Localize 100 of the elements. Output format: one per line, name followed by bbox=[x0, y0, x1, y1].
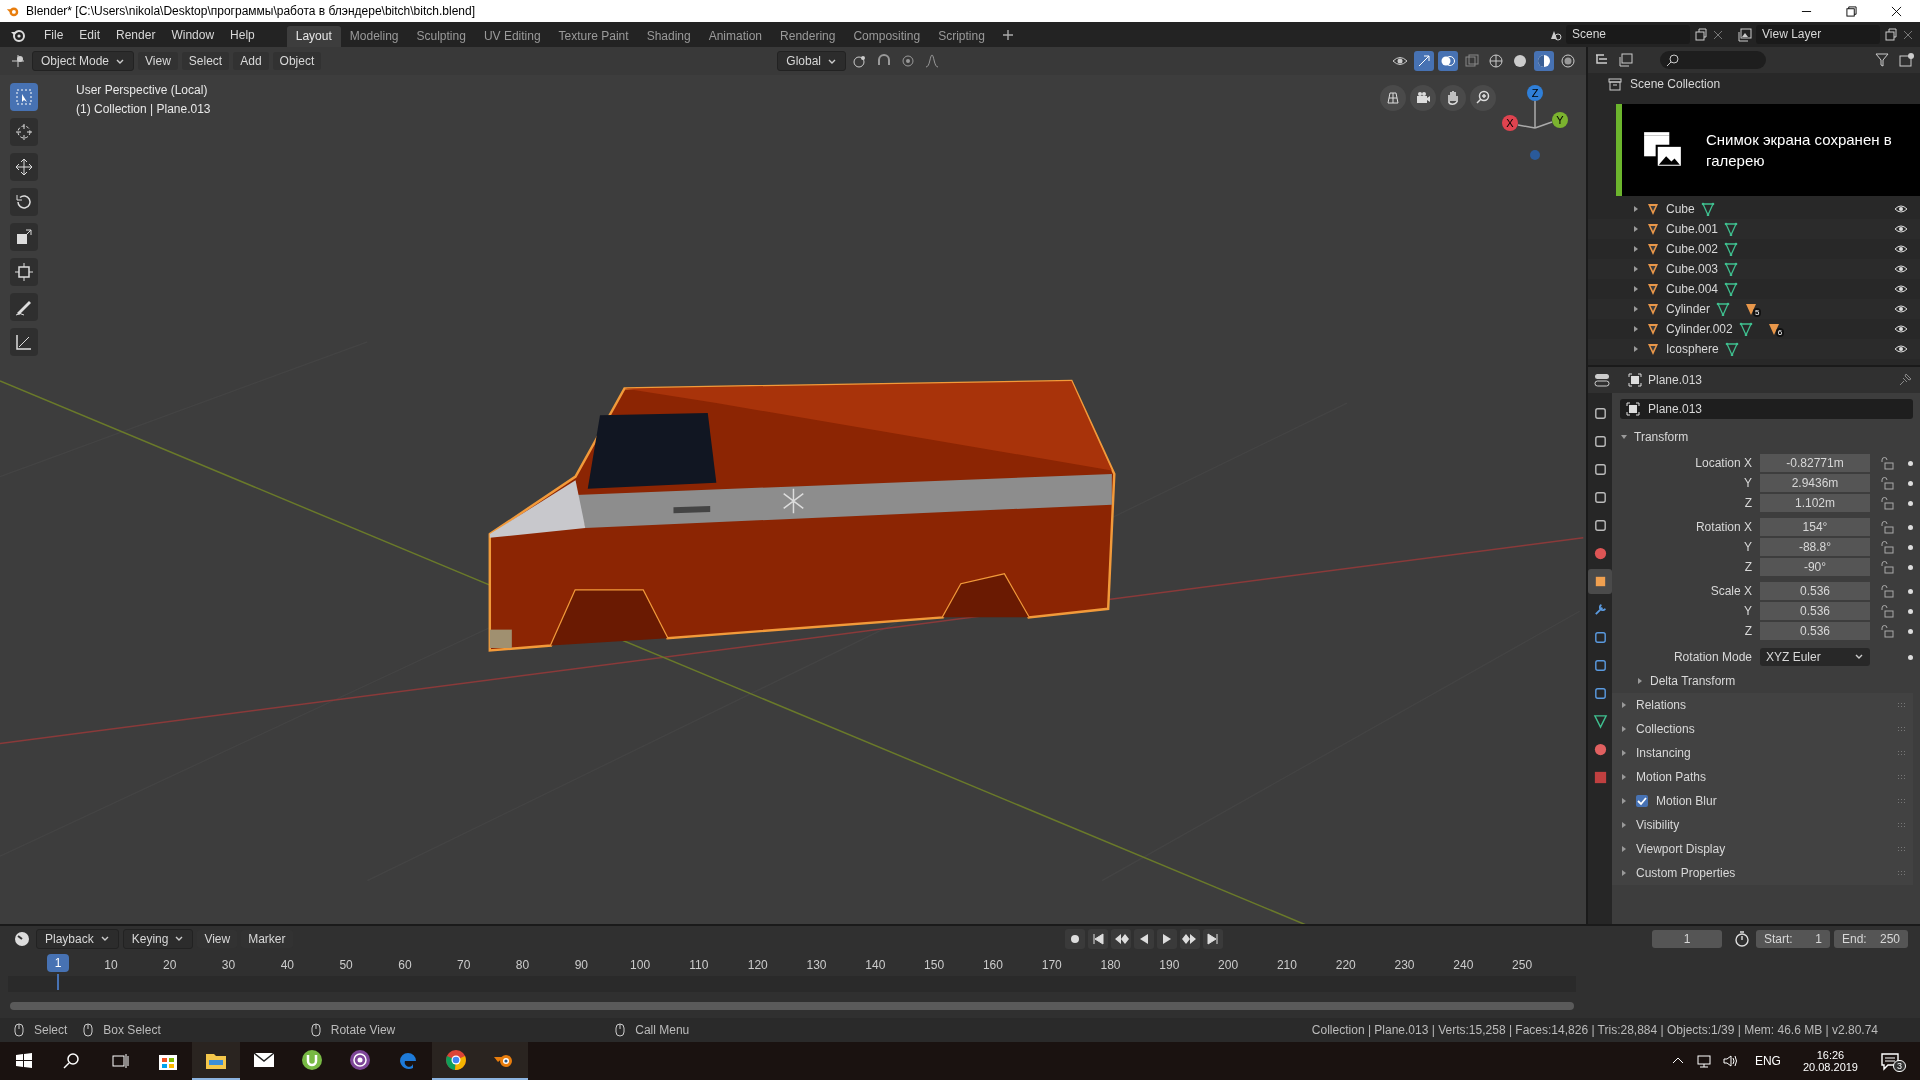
object-triangle-icon[interactable] bbox=[1744, 302, 1758, 317]
clock[interactable]: 16:26 20.08.2019 bbox=[1802, 1049, 1858, 1073]
start-frame-field[interactable]: Start: 1 bbox=[1756, 929, 1830, 948]
expand-arrow-icon[interactable] bbox=[1632, 225, 1640, 234]
mesh-data-icon[interactable] bbox=[1716, 302, 1730, 317]
panel-title[interactable]: Motion Blur bbox=[1656, 794, 1717, 809]
mesh-data-icon[interactable] bbox=[1700, 202, 1715, 217]
camera-icon[interactable] bbox=[1410, 85, 1436, 112]
x-axis-handle[interactable]: X bbox=[1502, 115, 1518, 132]
menu-item[interactable]: Window bbox=[163, 28, 223, 42]
keyframe-dot-icon[interactable] bbox=[1908, 545, 1913, 550]
panel-expand-arrow-icon[interactable] bbox=[1620, 701, 1628, 710]
menu-item[interactable]: Render bbox=[108, 28, 164, 42]
object-name[interactable]: Cylinder bbox=[1666, 302, 1710, 317]
object-name[interactable]: Icosphere bbox=[1666, 342, 1719, 357]
measure-tool-button[interactable] bbox=[10, 328, 38, 357]
panel-title[interactable]: Visibility bbox=[1636, 818, 1680, 833]
keyframe-dot-icon[interactable] bbox=[1908, 565, 1913, 570]
message-icon[interactable] bbox=[1880, 1051, 1900, 1071]
timeline-track[interactable] bbox=[8, 975, 1576, 992]
material-shading-icon[interactable] bbox=[1534, 51, 1554, 72]
subpanel-title[interactable]: Delta Transform bbox=[1650, 674, 1736, 689]
viewport-menu-item[interactable]: Add bbox=[233, 52, 269, 71]
hand-icon[interactable] bbox=[1440, 85, 1466, 112]
viewport-menu-item[interactable]: Object bbox=[272, 52, 322, 71]
workspace-tab[interactable]: Layout bbox=[286, 26, 341, 48]
lock-icon[interactable] bbox=[1880, 584, 1894, 599]
view-layer-field[interactable]: View Layer bbox=[1756, 25, 1880, 45]
pin-icon[interactable] bbox=[1898, 373, 1912, 388]
expand-arrow-icon[interactable] bbox=[1632, 345, 1640, 354]
timeline-menu-item[interactable]: Keying bbox=[122, 928, 194, 949]
lock-icon[interactable] bbox=[1880, 496, 1894, 511]
workspace-tab[interactable]: Shading bbox=[637, 26, 700, 48]
object-name-field[interactable]: Plane.013 bbox=[1648, 402, 1703, 417]
keyframe-dot-icon[interactable] bbox=[1908, 609, 1913, 614]
lock-icon[interactable] bbox=[1880, 560, 1894, 575]
object-tab[interactable] bbox=[1588, 569, 1612, 595]
panel-expand-arrow-icon[interactable] bbox=[1636, 677, 1644, 686]
playhead[interactable]: 1 bbox=[47, 953, 69, 972]
image-stack-icon[interactable] bbox=[1738, 28, 1752, 42]
lock-icon[interactable] bbox=[1880, 476, 1894, 491]
expand-arrow-icon[interactable] bbox=[1632, 245, 1640, 254]
value-field[interactable]: 0.536 bbox=[1760, 582, 1870, 601]
timeline-menu-item[interactable]: Playback bbox=[36, 928, 119, 949]
zoom-icon[interactable] bbox=[1470, 85, 1496, 112]
value-field[interactable]: 0.536 bbox=[1760, 622, 1870, 641]
panel-title[interactable]: Viewport Display bbox=[1636, 842, 1726, 857]
lock-icon[interactable] bbox=[1880, 540, 1894, 555]
negative-z-handle[interactable] bbox=[1530, 150, 1540, 161]
object-triangle-icon[interactable] bbox=[1766, 322, 1781, 337]
workspace-tab[interactable]: Compositing bbox=[844, 26, 930, 48]
lock-icon[interactable] bbox=[1880, 624, 1894, 639]
panel-expand-arrow-icon[interactable] bbox=[1620, 797, 1628, 806]
menu-item[interactable]: Edit bbox=[71, 28, 109, 42]
panel-title[interactable]: Collections bbox=[1636, 722, 1695, 737]
expand-arrow-icon[interactable] bbox=[1632, 305, 1640, 314]
viewport-menu-item[interactable]: View bbox=[138, 52, 178, 71]
annotate-tool-button[interactable] bbox=[10, 293, 38, 322]
object-name[interactable]: Cube.002 bbox=[1666, 242, 1719, 257]
panel-title[interactable]: Instancing bbox=[1636, 746, 1691, 761]
lock-icon[interactable] bbox=[1880, 604, 1894, 619]
object-name[interactable]: Cube.001 bbox=[1666, 222, 1719, 237]
blender-logo-icon[interactable] bbox=[10, 27, 26, 43]
object-mode-dropdown[interactable]: Object Mode bbox=[32, 51, 135, 72]
gizmo-toggle-icon[interactable] bbox=[1414, 51, 1434, 72]
value-field[interactable]: -88.8° bbox=[1760, 538, 1870, 557]
object-name[interactable]: Cube.003 bbox=[1666, 262, 1719, 277]
keyframe-dot-icon[interactable] bbox=[1908, 481, 1913, 486]
taskbar-button[interactable] bbox=[432, 1042, 480, 1080]
mesh-data-icon[interactable] bbox=[1738, 322, 1753, 337]
lock-icon[interactable] bbox=[1880, 456, 1894, 471]
value-field[interactable]: 2.9436m bbox=[1760, 474, 1870, 493]
expand-arrow-icon[interactable] bbox=[1632, 265, 1640, 274]
workspace-tab[interactable]: Rendering bbox=[771, 26, 845, 48]
add-workspace-icon[interactable] bbox=[1001, 29, 1014, 41]
object-square-icon[interactable] bbox=[1626, 402, 1640, 417]
workspace-tab[interactable]: Modeling bbox=[340, 26, 408, 48]
value-field[interactable]: 1.102m bbox=[1760, 494, 1870, 513]
panel-expand-arrow-icon[interactable] bbox=[1620, 773, 1628, 782]
rotation-mode-dropdown[interactable]: XYZ Euler bbox=[1760, 648, 1870, 667]
close-icon[interactable] bbox=[1891, 5, 1902, 17]
next-keyframe-icon[interactable] bbox=[1180, 928, 1201, 949]
panel-title[interactable]: Transform bbox=[1634, 430, 1689, 445]
jump-start-icon[interactable] bbox=[1088, 928, 1109, 949]
workspace-tab[interactable]: Texture Paint bbox=[549, 26, 638, 48]
panel-title[interactable]: Custom Properties bbox=[1636, 866, 1736, 881]
object-name[interactable]: Cube.004 bbox=[1666, 282, 1719, 297]
panel-expand-arrow-icon[interactable] bbox=[1620, 749, 1628, 758]
play-reverse-icon[interactable] bbox=[1134, 928, 1155, 949]
outliner-search-field[interactable] bbox=[1660, 51, 1766, 70]
current-frame-field[interactable]: 1 bbox=[1652, 929, 1722, 948]
mesh-data-icon[interactable] bbox=[1724, 242, 1739, 257]
panel-title[interactable]: Relations bbox=[1636, 698, 1687, 713]
play-icon[interactable] bbox=[1157, 928, 1178, 949]
value-field[interactable]: -0.82771m bbox=[1760, 454, 1870, 473]
object-name[interactable]: Cylinder.002 bbox=[1666, 322, 1733, 337]
scale-tool-button[interactable] bbox=[10, 223, 38, 252]
select-box-tool-button[interactable] bbox=[10, 83, 38, 112]
menu-item[interactable]: Help bbox=[222, 28, 263, 42]
menu-item[interactable]: File bbox=[36, 28, 72, 42]
